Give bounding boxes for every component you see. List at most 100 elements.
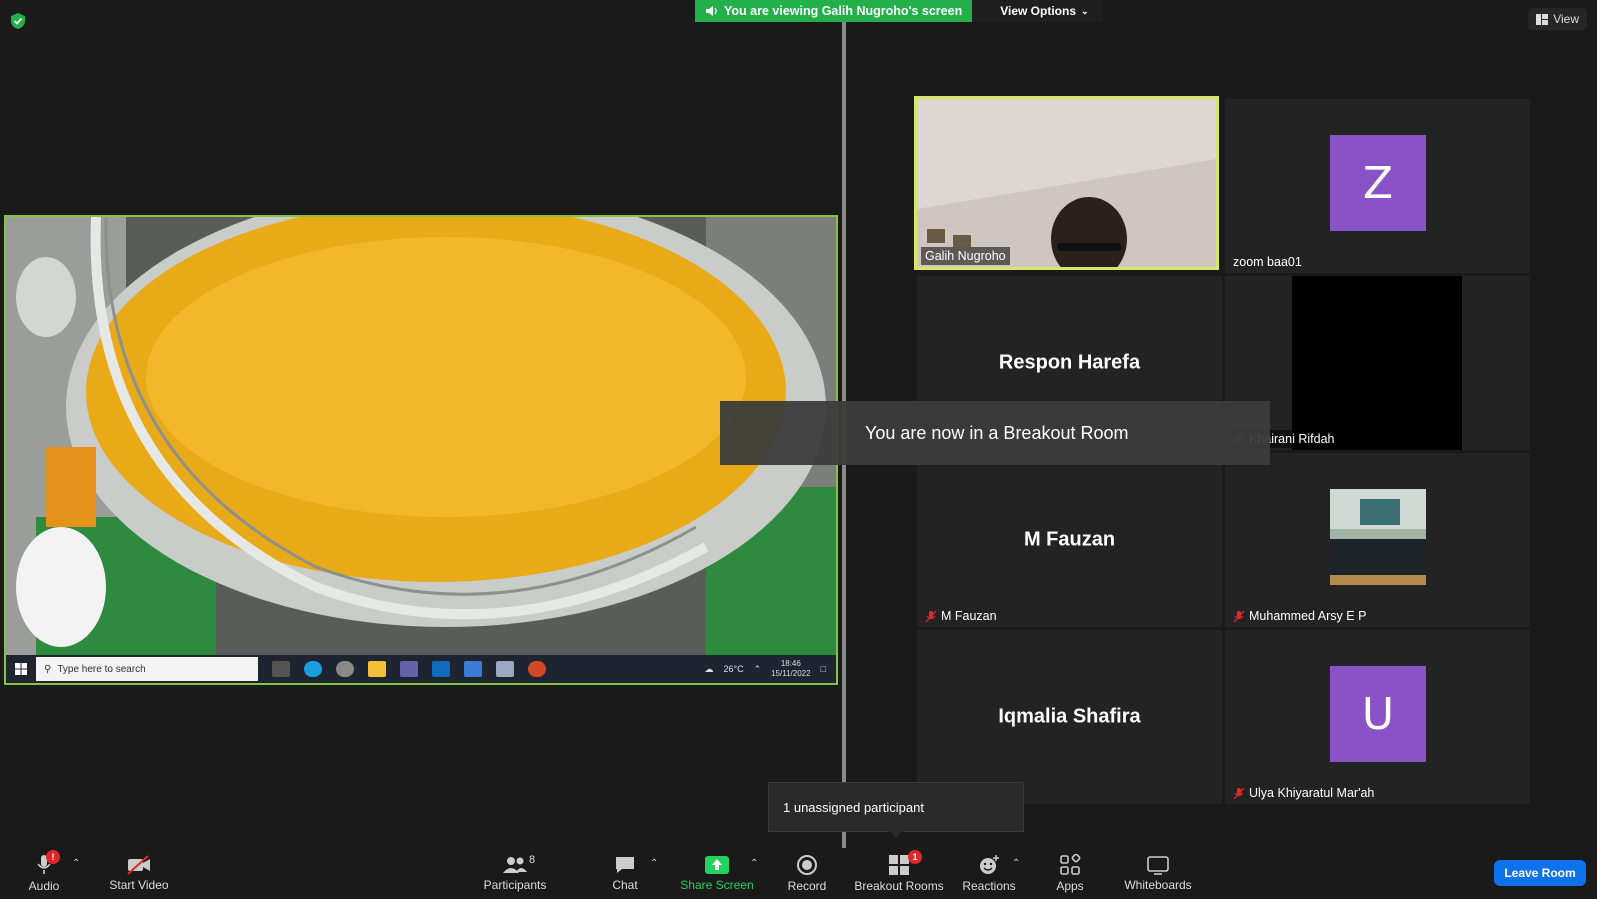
apps-icon xyxy=(1060,854,1081,875)
share-screen-label: Share Screen xyxy=(680,878,754,892)
participants-button[interactable]: Participants xyxy=(480,848,550,899)
powerpoint-icon[interactable] xyxy=(528,661,546,677)
muted-mic-icon xyxy=(925,610,937,622)
participant-name-label: Ulya Khiyaratul Mar'ah xyxy=(1229,784,1378,802)
taskbar-clock[interactable]: 18:46 15/11/2022 xyxy=(771,659,810,679)
breakout-rooms-label: Breakout Rooms xyxy=(854,879,944,893)
screen-share-banner: You are viewing Galih Nugroho's screen V… xyxy=(695,0,1103,22)
encryption-shield-icon[interactable] xyxy=(10,12,26,30)
participants-label: Participants xyxy=(483,878,547,892)
participant-tile-zoom-baa01[interactable]: Z zoom baa01 xyxy=(1225,99,1530,273)
whiteboards-label: Whiteboards xyxy=(1124,878,1192,892)
windows-start-icon[interactable] xyxy=(6,655,36,683)
store-icon[interactable] xyxy=(464,661,482,677)
notepad-icon[interactable] xyxy=(496,661,514,677)
unassigned-participant-tooltip[interactable]: 1 unassigned participant xyxy=(768,782,1024,838)
participant-tile-muhammed-arsy[interactable]: Muhammed Arsy E P xyxy=(1225,453,1530,627)
view-options-button[interactable]: View Options ⌄ xyxy=(972,0,1103,22)
file-explorer-icon[interactable] xyxy=(368,661,386,677)
taskbar-date: 15/11/2022 xyxy=(771,669,811,678)
chat-button[interactable]: Chat xyxy=(605,848,645,899)
notification-icon[interactable]: □ xyxy=(821,664,826,674)
weather-icon: ☁ xyxy=(704,663,714,674)
zoom-meeting-window: You are viewing Galih Nugroho's screen V… xyxy=(0,0,1597,899)
participant-name: M Fauzan xyxy=(941,609,997,623)
participant-tile-khairani-rifdah[interactable]: Khairani Rifdah xyxy=(1225,276,1530,450)
participant-name: Ulya Khiyaratul Mar'ah xyxy=(1249,786,1375,800)
weather-temp: 26°C xyxy=(723,664,744,674)
participant-avatar: Z xyxy=(1330,135,1426,231)
participant-display-name: Iqmalia Shafira xyxy=(998,705,1141,728)
participant-name: zoom baa01 xyxy=(1233,255,1302,269)
participant-display-name: Respon Harefa xyxy=(998,351,1141,374)
participant-video-feed xyxy=(1292,276,1462,450)
share-screen-button[interactable]: Share Screen xyxy=(680,848,754,899)
participant-avatar: U xyxy=(1330,666,1426,762)
edge-browser-icon[interactable] xyxy=(304,661,322,677)
tray-chevron-icon[interactable]: ⌃ xyxy=(754,664,762,675)
start-video-button[interactable]: Start Video xyxy=(104,848,174,899)
video-off-icon xyxy=(127,855,150,875)
participant-name-label: Muhammed Arsy E P xyxy=(1229,607,1370,625)
record-label: Record xyxy=(787,879,827,893)
taskbar-search-box[interactable]: ⚲ Type here to search xyxy=(36,657,258,681)
participant-display-name: M Fauzan xyxy=(1023,528,1116,551)
view-layout-button[interactable]: View xyxy=(1528,8,1587,30)
breakout-rooms-button[interactable]: Breakout Rooms 1 xyxy=(852,848,946,899)
apps-button[interactable]: Apps xyxy=(1050,848,1090,899)
speaker-icon xyxy=(706,6,717,16)
participant-name-label: M Fauzan xyxy=(921,607,1001,625)
participant-video-feed xyxy=(917,99,1216,267)
outlook-icon[interactable] xyxy=(432,661,450,677)
teams-icon[interactable] xyxy=(400,661,418,677)
reactions-label: Reactions xyxy=(962,879,1016,893)
record-button[interactable]: Record xyxy=(785,848,829,899)
viewing-screen-text: You are viewing Galih Nugroho's screen xyxy=(724,4,963,18)
apps-label: Apps xyxy=(1056,879,1084,893)
leave-room-button[interactable]: Leave Room xyxy=(1494,860,1586,886)
participant-tile-ulya-khiyaratul[interactable]: U Ulya Khiyaratul Mar'ah xyxy=(1225,630,1530,804)
search-icon: ⚲ xyxy=(44,663,52,675)
viewing-screen-indicator: You are viewing Galih Nugroho's screen xyxy=(695,0,973,22)
muted-mic-icon xyxy=(1233,610,1245,622)
participant-name-label: zoom baa01 xyxy=(1229,253,1306,271)
view-layout-label: View xyxy=(1553,12,1579,26)
system-tray: ☁ 26°C ⌃ 18:46 15/11/2022 □ xyxy=(704,659,836,679)
meeting-toolbar: Audio ! ⌃ Start Video Participants 8 Cha… xyxy=(0,848,1597,899)
shared-screen-video xyxy=(6,217,836,659)
record-icon xyxy=(797,855,817,875)
whiteboard-icon xyxy=(1147,856,1169,875)
settings-gear-icon[interactable] xyxy=(336,661,354,677)
participant-name: Galih Nugroho xyxy=(925,249,1006,263)
taskbar-time: 18:46 xyxy=(780,659,801,668)
participant-tile-galih-nugroho[interactable]: Galih Nugroho xyxy=(914,96,1219,270)
participants-count: 8 xyxy=(529,854,536,866)
reactions-smiley-icon xyxy=(980,855,999,874)
chat-bubble-icon xyxy=(616,857,634,873)
taskbar-search-placeholder: Type here to search xyxy=(57,663,146,675)
windows-taskbar: ⚲ Type here to search ☁ 26°C ⌃ 18:46 15/… xyxy=(6,655,836,683)
start-video-label: Start Video xyxy=(109,878,169,892)
grid-layout-icon xyxy=(1536,13,1549,25)
audio-button[interactable]: Audio ! xyxy=(22,848,66,899)
reactions-options-caret[interactable]: ⌃ xyxy=(1012,858,1020,869)
chevron-down-icon: ⌄ xyxy=(1081,5,1089,16)
audio-label: Audio xyxy=(28,879,60,893)
share-screen-icon xyxy=(705,856,729,874)
audio-options-caret[interactable]: ⌃ xyxy=(72,858,80,869)
participant-name: Muhammed Arsy E P xyxy=(1249,609,1367,623)
participant-tile-m-fauzan[interactable]: M Fauzan M Fauzan xyxy=(917,453,1222,627)
participant-tile-iqmalia-shafira[interactable]: Iqmalia Shafira xyxy=(917,630,1222,804)
audio-alert-badge: ! xyxy=(46,850,60,864)
shared-screen-view[interactable]: ⚲ Type here to search ☁ 26°C ⌃ 18:46 15/… xyxy=(4,215,838,685)
chat-options-caret[interactable]: ⌃ xyxy=(650,858,658,869)
breakout-rooms-badge: 1 xyxy=(908,850,922,864)
view-options-label: View Options xyxy=(1000,4,1077,18)
participants-icon xyxy=(503,857,527,873)
avatar-letter: Z xyxy=(1362,157,1394,209)
taskbar-app-icons xyxy=(272,661,546,677)
whiteboards-button[interactable]: Whiteboards xyxy=(1122,848,1194,899)
share-options-caret[interactable]: ⌃ xyxy=(750,858,758,869)
reactions-button[interactable]: Reactions xyxy=(960,848,1018,899)
task-view-icon[interactable] xyxy=(272,661,290,677)
